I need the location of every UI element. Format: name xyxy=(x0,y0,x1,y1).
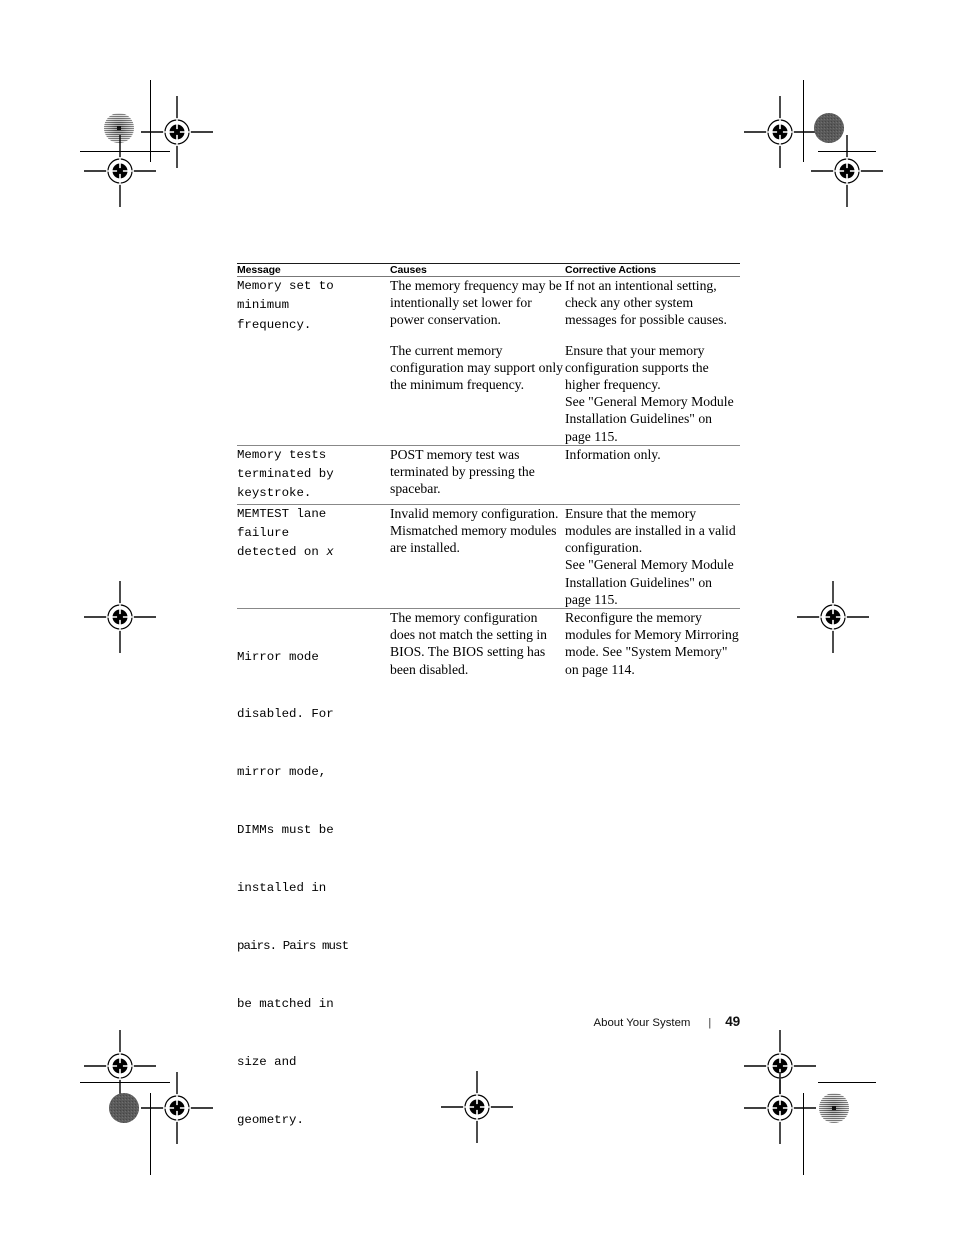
cell-causes: The memory frequency may be intentionall… xyxy=(390,277,565,446)
registration-crosshair-bottom-left xyxy=(141,1072,213,1149)
corrective-paragraph: Ensure that your memory configuration su… xyxy=(565,342,734,444)
column-header-causes: Causes xyxy=(390,264,427,276)
message-line: installed in xyxy=(237,881,327,896)
message-line: size and xyxy=(237,1054,297,1069)
corrective-paragraph: Reconfigure the memory modules for Memor… xyxy=(565,609,739,677)
cell-message: MEMTEST lane failure detected on x xyxy=(237,504,390,608)
column-header-message: Message xyxy=(237,264,281,276)
cause-paragraph: The memory configuration does not match … xyxy=(390,609,547,677)
crop-line-upper-left-horizontal xyxy=(80,151,170,153)
corrective-paragraph: Information only. xyxy=(565,446,661,462)
halftone-dot-bottom-left xyxy=(108,1092,140,1129)
cell-corrective-actions: Reconfigure the memory modules for Memor… xyxy=(565,608,740,1168)
table-row: Mirror mode disabled. For mirror mode, D… xyxy=(237,608,740,1168)
registration-crosshair-top-right xyxy=(744,96,816,173)
registration-crosshair-lower-left-margin xyxy=(84,1030,156,1107)
registration-crosshair-top-left xyxy=(141,96,213,173)
system-messages-table-container: Message Causes Corrective Actions Memory… xyxy=(237,263,740,1169)
registration-crosshair-middle-right xyxy=(797,581,869,658)
crop-line-bottom-left-vertical xyxy=(150,1093,152,1175)
cell-corrective-actions: Information only. xyxy=(565,445,740,504)
cell-message: Memory set to minimum frequency. xyxy=(237,279,334,332)
cell-causes: Invalid memory configuration. Mismatched… xyxy=(390,504,565,608)
table-row: Memory tests terminated by keystroke. PO… xyxy=(237,445,740,505)
message-line: DIMMs must be xyxy=(237,823,334,838)
footer-separator: | xyxy=(708,1017,712,1029)
registration-crosshair-middle-left xyxy=(84,581,156,658)
page-footer: About Your System | 49 xyxy=(0,1014,741,1029)
message-line: be matched in xyxy=(237,996,334,1011)
crop-line-top-left-vertical xyxy=(150,80,152,162)
table-body: Memory set to minimum frequency. The mem… xyxy=(237,277,740,1169)
system-messages-table: Message Causes Corrective Actions Memory… xyxy=(237,263,740,1169)
message-line: mirror mode, xyxy=(237,765,327,780)
corrective-paragraph: If not an intentional setting, check any… xyxy=(565,278,727,328)
halftone-dot-top-left xyxy=(103,112,135,149)
message-text: MEMTEST lane failure detected on xyxy=(237,506,327,560)
registration-crosshair-upper-right-margin xyxy=(811,135,883,212)
registration-crosshair-lower-right-margin xyxy=(744,1030,816,1107)
table-row: MEMTEST lane failure detected on x Inval… xyxy=(237,504,740,609)
cause-paragraph: POST memory test was terminated by press… xyxy=(390,446,535,497)
table-header-row: Message Causes Corrective Actions xyxy=(237,263,740,277)
halftone-dot-bottom-right xyxy=(818,1092,850,1129)
crop-line-top-right-vertical xyxy=(803,80,805,162)
table-row: Memory set to minimum frequency. The mem… xyxy=(237,277,740,446)
cell-message: Mirror mode disabled. For mirror mode, D… xyxy=(237,608,390,1168)
registration-crosshair-upper-left-margin xyxy=(84,135,156,212)
column-header-corrective-actions: Corrective Actions xyxy=(565,264,657,276)
crop-line-bottom-right-vertical xyxy=(803,1093,805,1175)
cell-causes: The memory configuration does not match … xyxy=(390,608,565,1168)
halftone-dot-top-right xyxy=(813,112,845,149)
message-line: geometry. xyxy=(237,1112,304,1127)
cell-message: Memory tests terminated by keystroke. xyxy=(237,447,334,501)
message-line: pairs. Pairs must xyxy=(237,938,349,953)
registration-crosshair-bottom-right xyxy=(744,1072,816,1149)
footer-section-label: About Your System xyxy=(593,1017,691,1029)
cell-corrective-actions: Ensure that the memory modules are insta… xyxy=(565,504,740,608)
cell-causes: POST memory test was terminated by press… xyxy=(390,445,565,504)
table-header: Message Causes Corrective Actions xyxy=(237,263,740,277)
crop-line-top-right-horizontal xyxy=(818,151,876,153)
cause-paragraph: The current memory configuration may sup… xyxy=(390,342,563,393)
cause-paragraph: The memory frequency may be intentionall… xyxy=(390,278,562,328)
corrective-paragraph: Ensure that the memory modules are insta… xyxy=(565,505,736,607)
cell-corrective-actions: If not an intentional setting, check any… xyxy=(565,277,740,446)
crop-line-bottom-left-horizontal xyxy=(80,1082,170,1084)
crop-line-top-left-horizontal xyxy=(80,151,170,153)
message-line: Mirror mode xyxy=(237,649,319,664)
cause-paragraph: Invalid memory configuration. Mismatched… xyxy=(390,505,559,556)
page-number: 49 xyxy=(725,1014,740,1029)
message-line: disabled. For xyxy=(237,707,334,722)
crop-line-bottom-right-horizontal xyxy=(818,1082,876,1084)
message-variable: x xyxy=(326,545,334,560)
